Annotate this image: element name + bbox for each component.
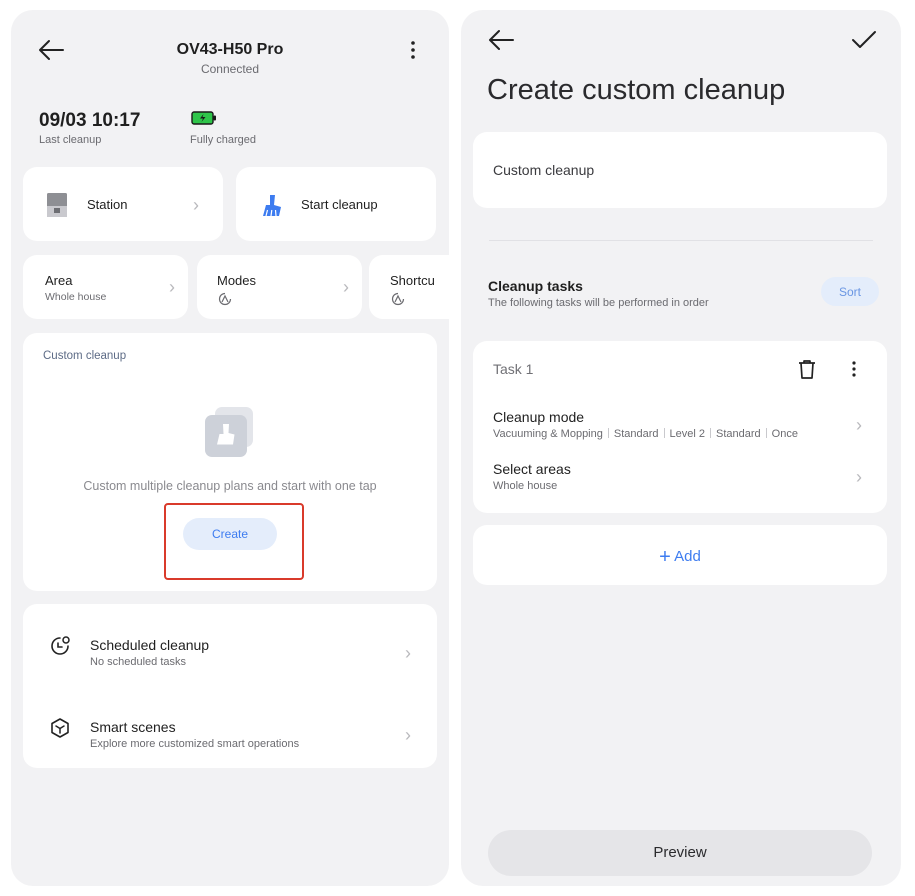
select-areas-row[interactable]: Select areas Whole house › [473,453,887,505]
battery-icon [191,111,217,125]
chevron-right-icon: › [169,277,175,297]
scheduled-cleanup-row[interactable]: Scheduled cleanup No scheduled tasks › [23,604,437,686]
station-card[interactable]: Station › [23,167,223,241]
name-card[interactable]: Custom cleanup [473,132,887,208]
last-cleanup-time: 09/03 10:17 [39,110,141,131]
divider [489,240,873,241]
cleanup-mode-row[interactable]: Cleanup mode Vacuuming & Mopping Standard… [473,399,887,451]
plus-icon: + [659,546,671,568]
smart-scenes-subtitle: Explore more customized smart operations [90,738,300,750]
smart-scenes-title: Smart scenes [90,719,176,735]
add-task-button[interactable]: + Add [473,546,887,569]
page-title: Create custom cleanup [487,74,786,106]
cleanup-mode-title: Cleanup mode [493,409,585,425]
chevron-right-icon: › [343,277,349,297]
task-card: Task 1 Cleanup mode Vacuuming & Mopping S… [473,341,887,513]
chevron-right-icon: › [405,643,411,663]
select-areas-title: Select areas [493,461,571,477]
shortcuts-title: Shortcu [390,273,435,288]
cleanup-tasks-subtitle: The following tasks will be performed in… [488,297,709,309]
smart-scenes-row[interactable]: Smart scenes Explore more customized sma… [23,686,437,768]
back-arrow-icon[interactable] [487,28,515,52]
connection-status: Connected [200,62,260,76]
preview-button[interactable]: Preview [488,830,872,876]
chevron-right-icon: › [193,195,199,215]
scheduled-cleanup-subtitle: No scheduled tasks [90,656,186,668]
area-card[interactable]: Area Whole house › [23,255,188,319]
shortcuts-card[interactable]: Shortcu [369,255,449,319]
highlight-box [164,503,304,580]
custom-cleanup-empty-text: Custom multiple cleanup plans and start … [83,479,377,493]
start-cleanup-card[interactable]: Start cleanup [236,167,436,241]
preview-button-label: Preview [653,844,707,861]
scheduled-smart-card: Scheduled cleanup No scheduled tasks › S… [23,604,437,768]
sort-button[interactable]: Sort [821,277,879,306]
area-value: Whole house [45,291,107,303]
create-custom-cleanup-screen: Create custom cleanup Custom cleanup Cle… [461,10,901,886]
schedule-clock-icon [49,635,71,657]
cleanup-mode-value: Standard [613,428,659,440]
device-home-screen: OV43-H50 Pro Connected 09/03 10:17 Last … [11,10,449,886]
check-icon[interactable] [851,30,877,50]
cleanup-tasks-title: Cleanup tasks [488,278,583,294]
start-cleanup-label: Start cleanup [301,197,378,212]
custom-cleanup-name-value[interactable]: Custom cleanup [493,162,594,178]
more-vertical-icon[interactable] [405,39,421,63]
cleanup-mode-value: Standard [716,428,761,440]
separator [663,428,665,438]
custom-cleanup-icon [203,405,255,459]
station-icon [47,193,67,217]
trash-icon[interactable] [798,359,816,379]
mode-icon [218,292,232,306]
modes-card[interactable]: Modes › [197,255,362,319]
area-title: Area [45,273,73,288]
battery-status-label: Fully charged [190,134,257,146]
mode-icon [391,292,405,306]
station-label: Station [87,197,128,212]
task-label: Task 1 [493,361,534,377]
modes-title: Modes [217,273,257,288]
separator [607,428,609,438]
separator [765,428,767,438]
add-label: Add [674,548,701,565]
chevron-right-icon: › [856,415,862,435]
smart-scenes-cube-icon [49,717,71,739]
separator [710,428,712,438]
start-cleanup-icon [260,193,284,217]
custom-cleanup-section-title: Custom cleanup [43,350,127,362]
cleanup-mode-value: Once [771,428,798,440]
sort-button-label: Sort [838,285,861,299]
select-areas-value: Whole house [493,480,558,492]
add-task-card[interactable]: + Add [473,525,887,585]
scheduled-cleanup-title: Scheduled cleanup [90,637,210,653]
custom-cleanup-card: Custom cleanup Custom multiple cleanup p… [23,333,437,591]
device-title: OV43-H50 Pro [176,41,284,58]
cleanup-mode-value: Level 2 [669,428,706,440]
cleanup-mode-values: Vacuuming & Mopping Standard Level 2 Standa… [493,428,798,440]
last-cleanup-label: Last cleanup [39,134,102,146]
cleanup-mode-value: Vacuuming & Mopping [493,428,603,440]
more-vertical-icon[interactable] [848,359,860,379]
chevron-right-icon: › [856,467,862,487]
chevron-right-icon: › [405,725,411,745]
